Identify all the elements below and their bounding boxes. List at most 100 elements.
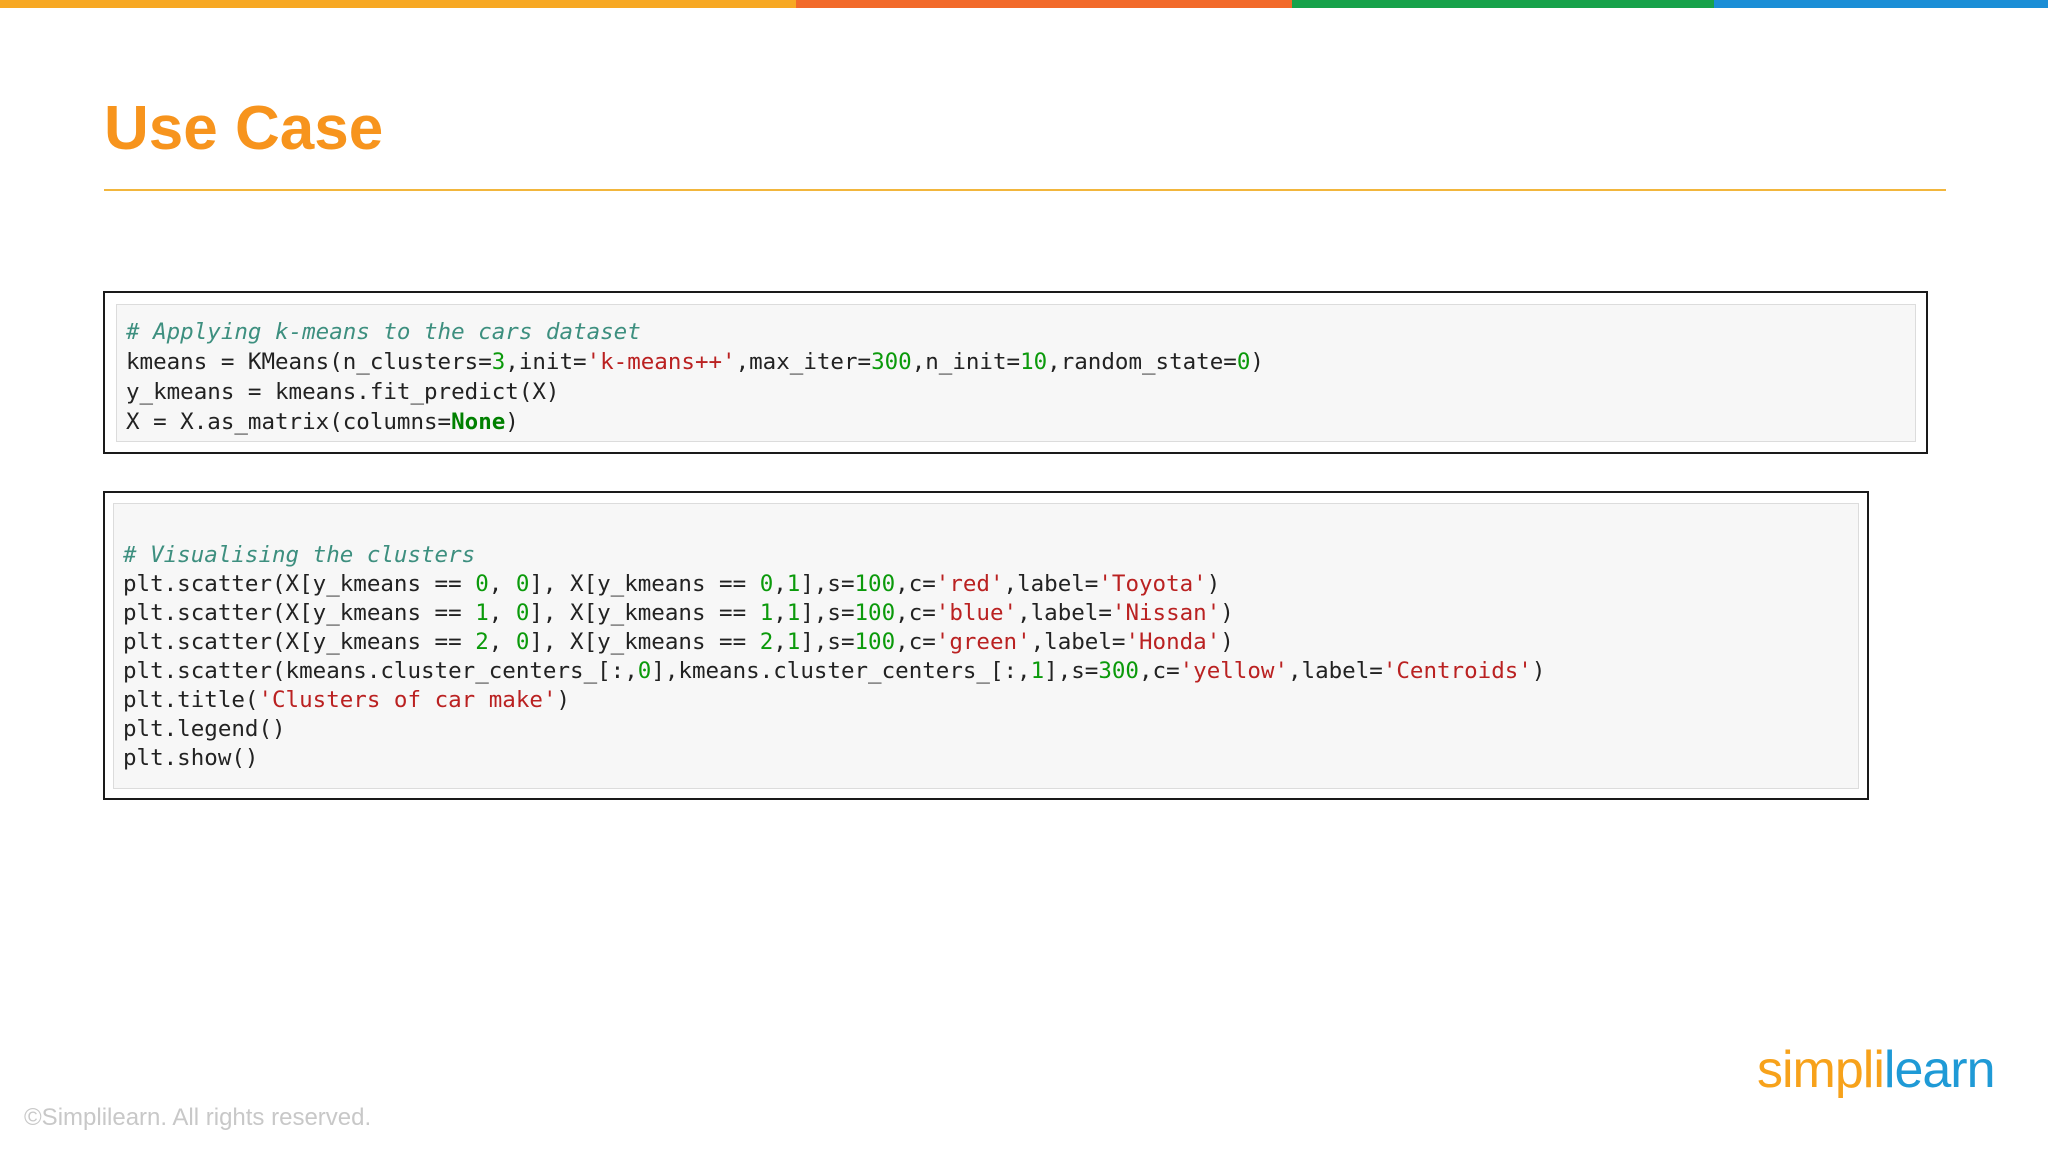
logo-text-simpl: simpl [1757,1041,1874,1099]
code-token: 100 [854,571,896,597]
code-token: ,init= [505,349,587,375]
code-token: ) [1206,571,1221,597]
code-token: , [773,600,787,626]
code-token: ], X[y_kmeans == [529,629,760,655]
code-token: 1 [759,600,774,626]
copyright-text: ©Simplilearn. All rights reserved. [24,1104,372,1131]
code-cell-visualise[interactable]: # Visualising the clusters plt.scatter(X[… [103,491,1869,800]
code-token: 'blue' [935,600,1018,626]
code-token: ,label= [1003,571,1099,597]
code-token: plt.scatter(kmeans.cluster_centers_[:, [123,658,638,684]
code-token: , [488,629,516,655]
code-token: ],kmeans.cluster_centers_[:, [651,658,1031,684]
top-bar-segment [1292,0,1714,8]
code-token: plt.scatter(X[y_kmeans == [123,629,476,655]
top-bar-segment [1714,0,2048,8]
top-bar-segment [0,0,796,8]
code-token: 'Toyota' [1098,571,1207,597]
code-token: ],s= [800,629,855,655]
code-token: 0 [759,571,774,597]
code-token: kmeans = KMeans(n_clusters= [126,349,492,375]
code-token: , [488,600,516,626]
code-token: ) [556,687,571,713]
code-token: 0 [637,658,652,684]
code-token: , [773,629,787,655]
code-token: ,max_iter= [735,349,872,375]
code-token: ,n_init= [911,349,1021,375]
code-token: ,label= [1288,658,1383,684]
code-token: ) [1220,600,1234,626]
code-token: 0 [515,600,530,626]
code-line: y_kmeans = kmeans.fit_predict(X) [126,377,1264,407]
simplilearn-logo: simplilearn [1757,1040,1996,1110]
code-line: plt.show() [123,744,1545,773]
code-token: 0 [1236,349,1251,375]
code-line: X = X.as_matrix(columns=None) [126,407,1264,437]
code-token: None [451,409,506,435]
code-token: 'Clusters of car make' [258,687,557,713]
code-line: plt.legend() [123,715,1545,744]
code-token: 'red' [935,571,1004,597]
code-line: # Applying k-means to the cars dataset [126,317,1264,347]
slide-title: Use Case [104,94,384,163]
code-token: 1 [786,571,801,597]
code-token: 0 [515,571,530,597]
code-token: y_kmeans = kmeans.fit_predict(X) [126,379,560,405]
code-token: ,label= [1017,600,1112,626]
code-token: 'k-means++' [586,349,736,375]
code-token: ],s= [800,600,855,626]
code-token: ],s= [1044,658,1099,684]
code-token: ], X[y_kmeans == [529,600,760,626]
top-color-bar [0,0,2048,8]
code-token: 1 [475,600,489,626]
code-block: # Visualising the clusters plt.scatter(X[… [123,541,1545,773]
code-token: plt.title( [123,687,259,713]
code-line: plt.scatter(kmeans.cluster_centers_[:,0]… [123,657,1545,686]
code-token: plt.scatter(X[y_kmeans == [123,600,476,626]
code-token: ], X[y_kmeans == [529,571,760,597]
code-token: ],s= [800,571,855,597]
code-token: plt.show() [123,745,259,771]
code-token: 300 [1098,658,1139,684]
code-token: 100 [854,629,896,655]
code-token: 1 [786,600,801,626]
code-line: kmeans = KMeans(n_clusters=3,init='k-mea… [126,347,1264,377]
code-token: 'yellow' [1179,658,1288,684]
code-token: ) [1250,349,1264,375]
code-block: # Applying k-means to the cars dataset km… [126,317,1264,437]
code-token: ,c= [895,600,936,626]
code-token: ) [1531,658,1546,684]
code-token: 1 [786,629,801,655]
code-token: 'green' [935,629,1031,655]
code-token: plt.legend() [123,716,286,742]
title-divider [104,189,1946,191]
code-token: 100 [854,600,896,626]
code-token: ,c= [1138,658,1180,684]
code-line: # Visualising the clusters [123,541,1545,570]
code-cell-kmeans[interactable]: # Applying k-means to the cars dataset km… [103,291,1928,454]
code-token: 2 [759,629,774,655]
logo-text-learn: learn [1883,1041,1996,1099]
code-token: ,c= [895,629,936,655]
logo-text-i: i [1873,1041,1885,1099]
code-token: # Visualising the clusters [123,542,476,568]
top-bar-segment [796,0,1292,8]
code-token: 3 [491,349,506,375]
code-token: 'Honda' [1125,629,1221,655]
code-token: , [773,571,787,597]
code-token: 'Nissan' [1111,600,1221,626]
code-token: ) [1220,629,1234,655]
code-token: 10 [1020,349,1048,375]
code-line: plt.scatter(X[y_kmeans == 0, 0], X[y_kme… [123,570,1545,599]
code-token: 0 [475,571,489,597]
code-token: ,c= [895,571,936,597]
code-line: plt.scatter(X[y_kmeans == 2, 0], X[y_kme… [123,628,1545,657]
code-token: , [488,571,516,597]
code-line: plt.scatter(X[y_kmeans == 1, 0], X[y_kme… [123,599,1545,628]
code-token: ,label= [1030,629,1126,655]
code-token: # Applying k-means to the cars dataset [126,319,641,345]
code-token: plt.scatter(X[y_kmeans == [123,571,476,597]
code-token: ,random_state= [1047,349,1237,375]
code-token: 2 [475,629,489,655]
code-token: 'Centroids' [1382,658,1532,684]
